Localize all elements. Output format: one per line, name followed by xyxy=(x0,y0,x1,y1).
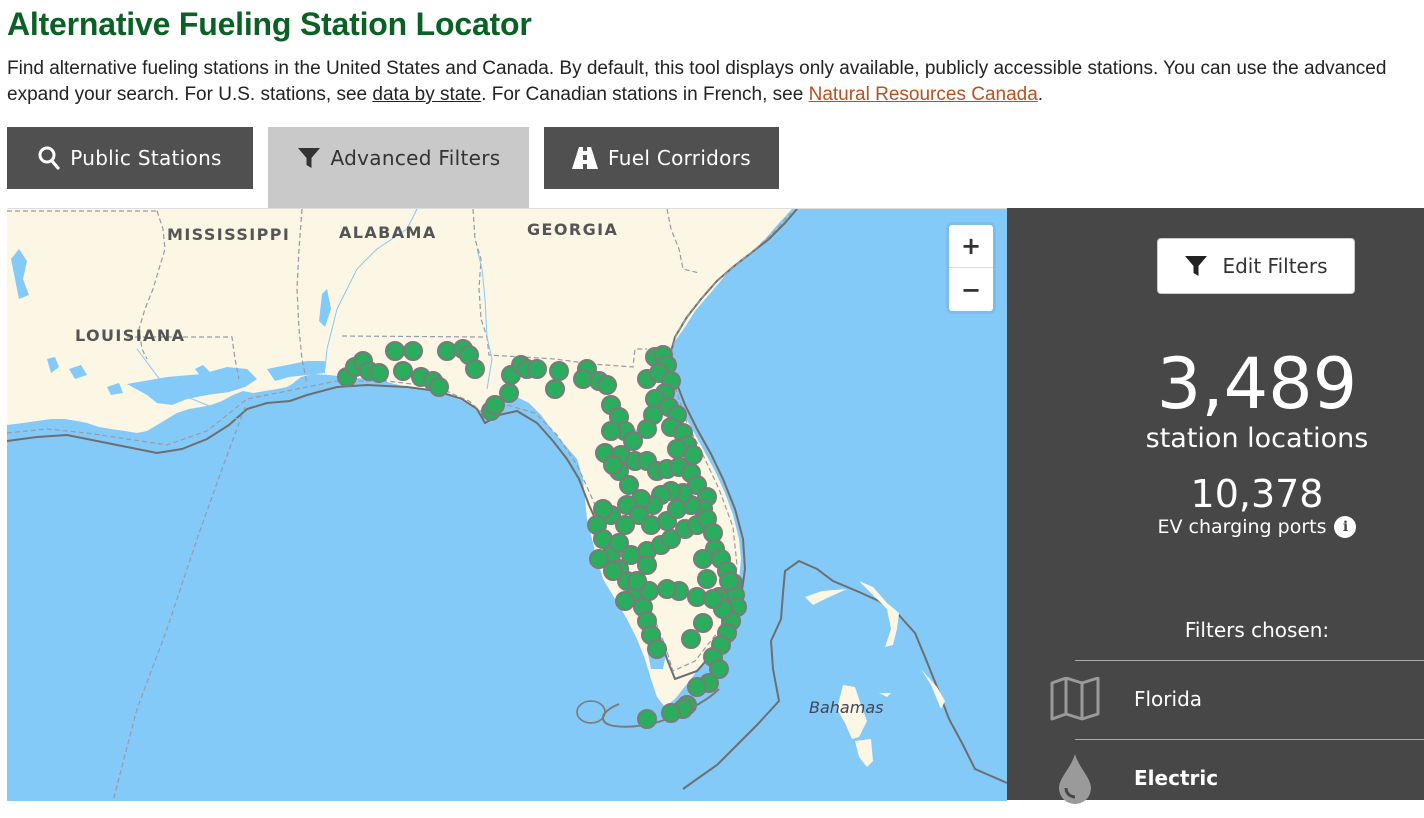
station-marker[interactable] xyxy=(549,361,569,381)
station-count: 3,489 xyxy=(1156,343,1358,425)
station-marker[interactable] xyxy=(545,379,565,399)
results-panel: Edit Filters 3,489 station locations 10,… xyxy=(1007,208,1424,804)
zoom-in-button[interactable]: + xyxy=(949,225,993,268)
station-marker[interactable] xyxy=(603,561,623,581)
station-marker[interactable] xyxy=(667,499,687,519)
station-marker[interactable] xyxy=(597,375,617,395)
tab-advanced-filters[interactable]: Advanced Filters xyxy=(268,127,529,208)
station-marker[interactable] xyxy=(499,383,519,403)
station-marker[interactable] xyxy=(647,639,667,659)
station-marker[interactable] xyxy=(627,571,647,591)
intro-end: . xyxy=(1037,84,1044,105)
label-mississippi: MISSISSIPPI xyxy=(167,225,291,244)
ports-label-row: EV charging ports i xyxy=(1007,516,1424,538)
tab-fuel-corridors[interactable]: Fuel Corridors xyxy=(544,127,779,189)
filter-item-location: Florida xyxy=(1050,660,1424,739)
filter-item-location-label: Florida xyxy=(1134,687,1203,711)
ports-count: 10,378 xyxy=(1190,472,1324,516)
station-marker[interactable] xyxy=(697,569,717,589)
intro-line-3: . For Canadian stations in French, see xyxy=(481,84,809,105)
intro-text: Find alternative fueling stations in the… xyxy=(7,56,1424,108)
tab-public-stations[interactable]: Public Stations xyxy=(7,127,253,189)
station-marker[interactable] xyxy=(693,613,713,633)
road-icon xyxy=(572,147,599,169)
tab-advanced-filters-label: Advanced Filters xyxy=(330,146,501,170)
station-marker[interactable] xyxy=(637,555,657,575)
label-georgia: GEORGIA xyxy=(527,220,619,239)
filter-item-fuel-label: Electric xyxy=(1134,766,1219,790)
station-marker[interactable] xyxy=(661,703,681,723)
zoom-out-button[interactable]: − xyxy=(949,268,993,311)
tab-fuel-corridors-label: Fuel Corridors xyxy=(608,146,751,170)
tab-public-stations-label: Public Stations xyxy=(70,146,222,170)
locator-tabs: Public Stations Advanced Filters Fuel Co… xyxy=(0,126,1424,208)
station-marker[interactable] xyxy=(703,589,723,609)
station-marker[interactable] xyxy=(603,455,623,475)
station-map[interactable]: MISSISSIPPI ALABAMA GEORGIA LOUISIANA Ba… xyxy=(7,208,1007,801)
station-marker[interactable] xyxy=(369,363,389,383)
station-marker[interactable] xyxy=(465,359,485,379)
label-alabama: ALABAMA xyxy=(339,223,437,242)
label-louisiana: LOUISIANA xyxy=(75,326,186,345)
station-marker[interactable] xyxy=(403,341,423,361)
station-marker[interactable] xyxy=(527,359,547,379)
intro-line-2: expand your search. For U.S. stations, s… xyxy=(7,84,373,105)
station-marker[interactable] xyxy=(719,571,739,591)
ports-label: EV charging ports xyxy=(1157,516,1327,538)
page-title: Alternative Fueling Station Locator xyxy=(7,6,532,42)
station-marker[interactable] xyxy=(385,341,405,361)
station-count-label: station locations xyxy=(1145,423,1369,454)
filter-icon xyxy=(297,148,320,168)
station-marker[interactable] xyxy=(693,549,713,569)
filters-chosen-title: Filters chosen: xyxy=(1184,618,1330,642)
data-by-state-link[interactable]: data by state xyxy=(372,84,481,105)
map-icon xyxy=(1050,677,1100,721)
station-marker[interactable] xyxy=(687,677,707,697)
station-marker[interactable] xyxy=(601,421,621,441)
map-zoom-control: + − xyxy=(946,222,996,314)
station-marker[interactable] xyxy=(393,361,413,381)
station-marker[interactable] xyxy=(615,591,635,611)
label-bahamas: Bahamas xyxy=(809,698,884,717)
station-marker[interactable] xyxy=(429,377,449,397)
edit-filters-label: Edit Filters xyxy=(1222,254,1328,278)
drop-icon xyxy=(1059,754,1091,804)
station-marker[interactable] xyxy=(637,709,657,729)
intro-line-1: Find alternative fueling stations in the… xyxy=(7,58,1387,79)
info-icon[interactable]: i xyxy=(1334,516,1357,538)
search-icon xyxy=(38,146,60,170)
station-marker[interactable] xyxy=(681,629,701,649)
edit-filters-button[interactable]: Edit Filters xyxy=(1157,238,1355,294)
filter-item-fuel: Electric xyxy=(1059,739,1424,818)
natural-resources-canada-link[interactable]: Natural Resources Canada xyxy=(809,84,1038,105)
station-marker[interactable] xyxy=(657,579,677,599)
filter-icon xyxy=(1185,256,1208,276)
